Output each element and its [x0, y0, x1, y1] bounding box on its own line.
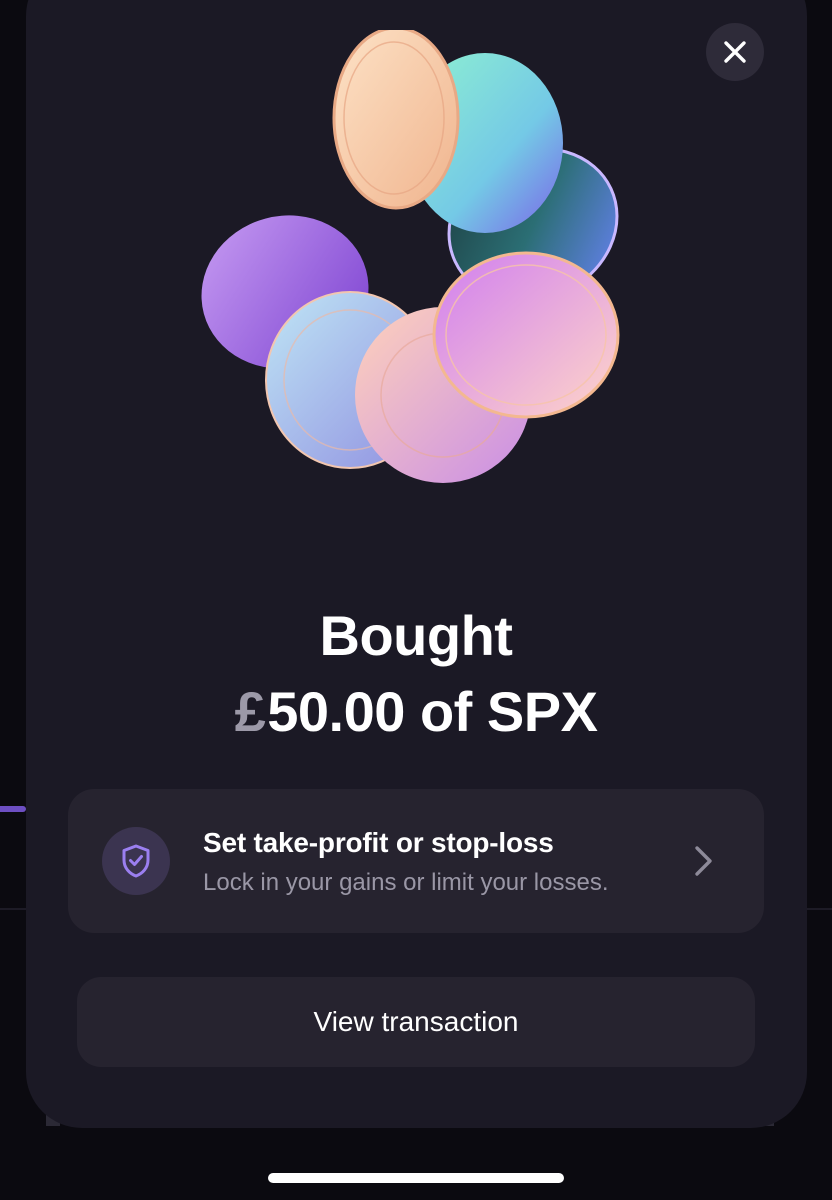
home-indicator[interactable]	[268, 1173, 564, 1183]
currency-symbol: £	[234, 680, 266, 743]
close-button[interactable]	[706, 23, 764, 81]
tpsl-title: Set take-profit or stop-loss	[203, 827, 554, 858]
ticker-symbol: SPX	[486, 680, 598, 743]
shield-check-icon	[122, 844, 150, 878]
screen: Bought £50.00 of SPX Set take-profit or …	[0, 0, 832, 1200]
purchase-amount: 50.00	[267, 680, 405, 743]
purchase-amount-line: £50.00 of SPX	[0, 674, 832, 750]
purchase-headline: Bought £50.00 of SPX	[0, 598, 832, 750]
take-profit-stop-loss-card[interactable]: Set take-profit or stop-loss Lock in you…	[68, 789, 764, 933]
view-transaction-button[interactable]: View transaction	[77, 977, 755, 1067]
amount-connector: of	[419, 680, 472, 743]
tpsl-subtitle: Lock in your gains or limit your losses.	[203, 869, 609, 896]
purchase-title: Bought	[319, 604, 513, 667]
background-accent-line	[0, 806, 26, 812]
chevron-right-icon	[695, 846, 712, 876]
close-icon	[724, 41, 746, 63]
coins-illustration	[201, 30, 620, 483]
shield-icon-badge	[102, 827, 170, 895]
